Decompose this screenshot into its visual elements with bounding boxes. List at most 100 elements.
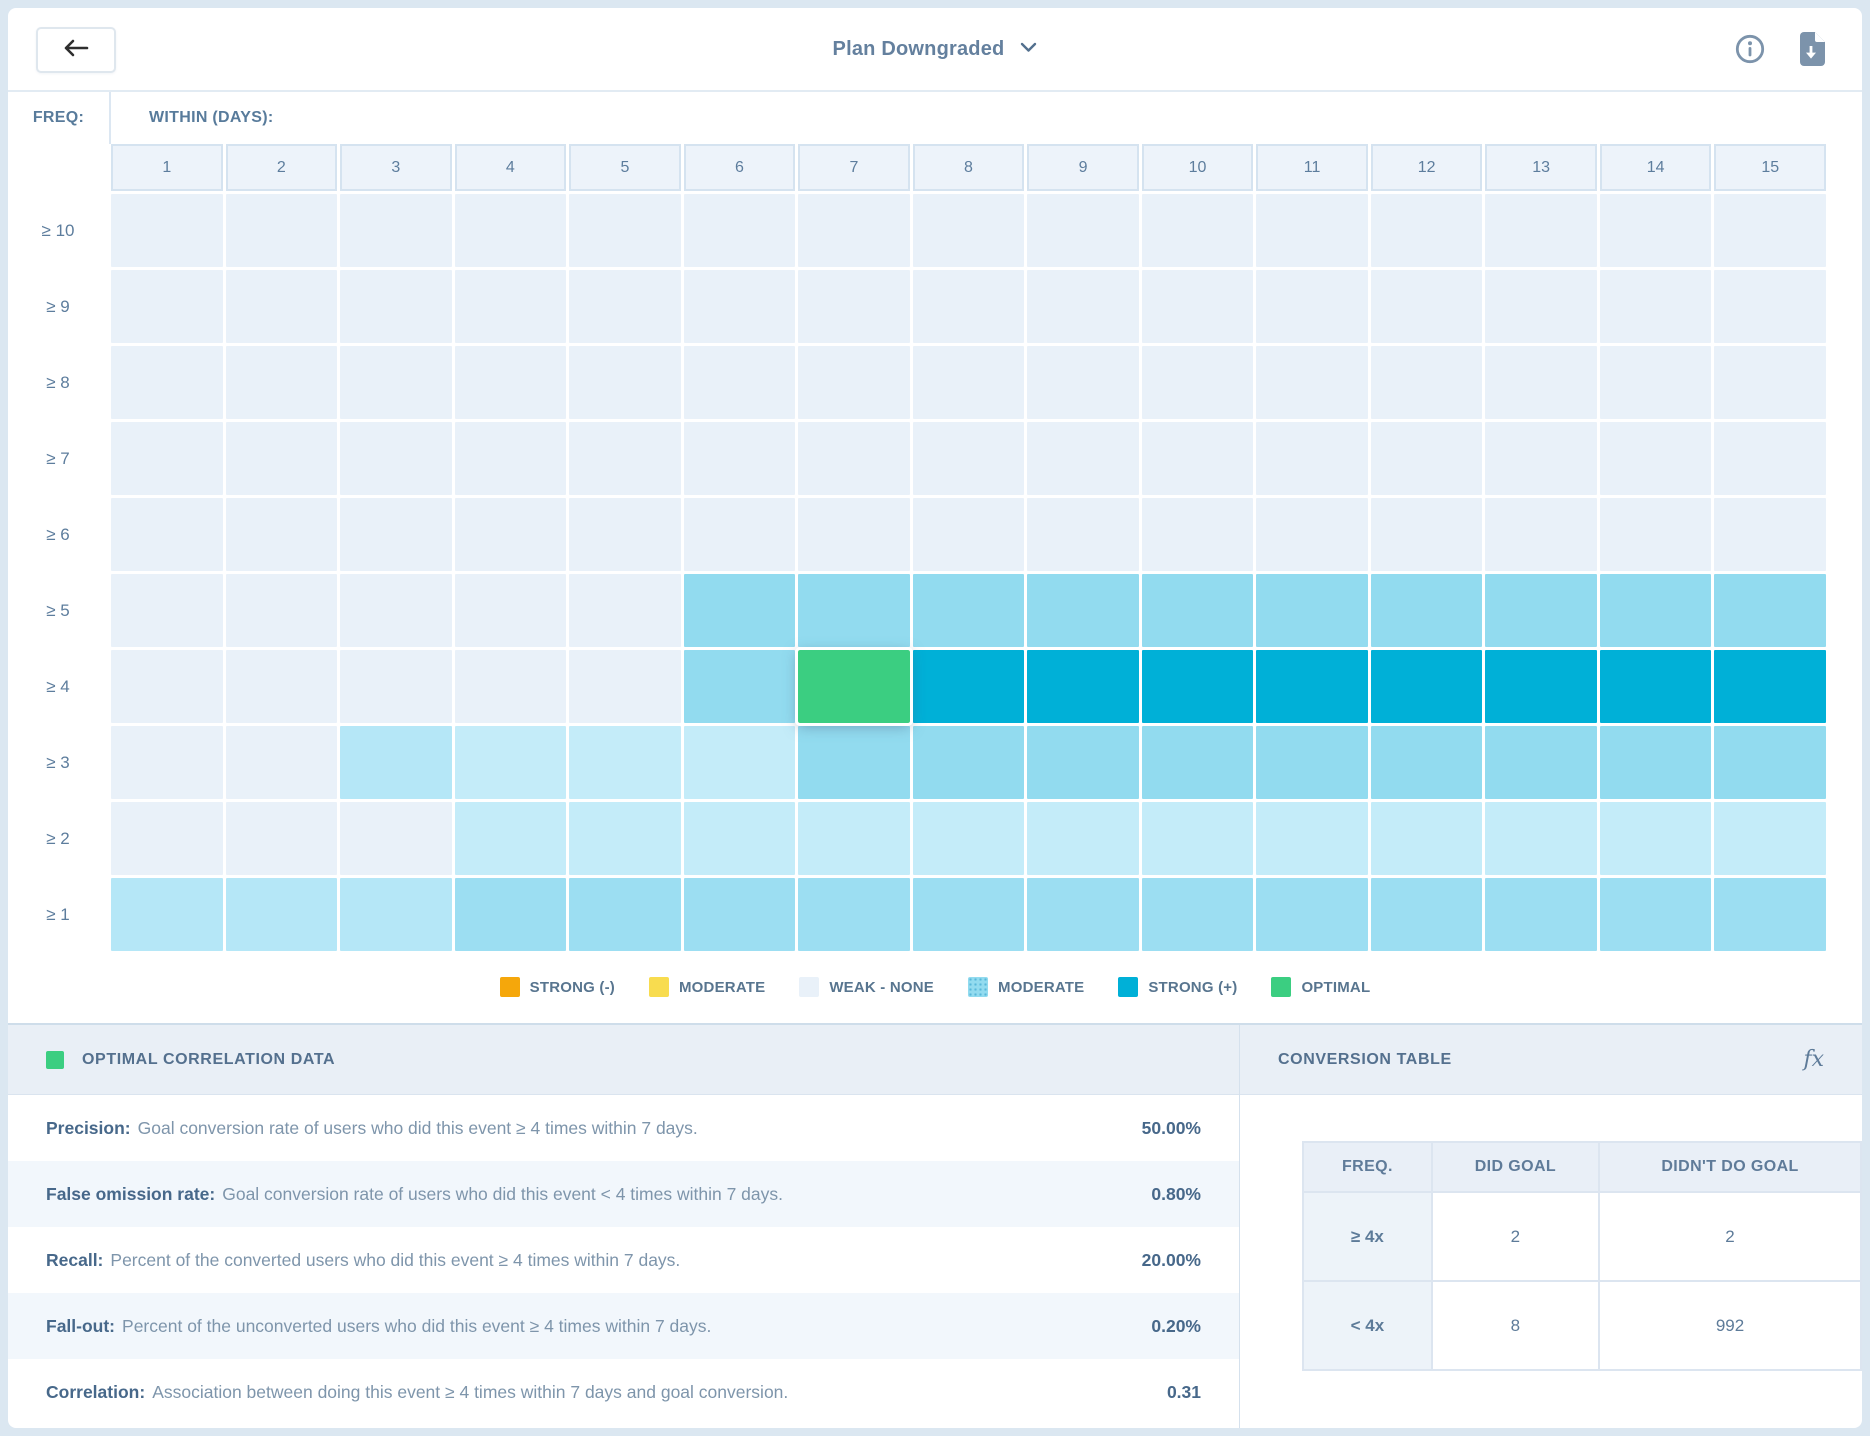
- heatmap-cell[interactable]: [226, 574, 338, 647]
- heatmap-cell[interactable]: [455, 498, 567, 571]
- heatmap-cell[interactable]: [684, 346, 796, 419]
- heatmap-cell[interactable]: [913, 194, 1025, 267]
- heatmap-cell[interactable]: [1027, 422, 1139, 495]
- heatmap-cell[interactable]: [569, 498, 681, 571]
- heatmap-cell[interactable]: [340, 574, 452, 647]
- heatmap-cell[interactable]: [1714, 270, 1826, 343]
- heatmap-cell[interactable]: [684, 650, 796, 723]
- heatmap-cell[interactable]: [913, 270, 1025, 343]
- heatmap-cell[interactable]: [340, 802, 452, 875]
- heatmap-cell[interactable]: [1485, 422, 1597, 495]
- heatmap-cell[interactable]: [569, 422, 681, 495]
- heatmap-cell[interactable]: [226, 346, 338, 419]
- heatmap-cell[interactable]: [1142, 498, 1254, 571]
- heatmap-cell[interactable]: [226, 422, 338, 495]
- heatmap-cell[interactable]: [1142, 878, 1254, 951]
- download-icon[interactable]: [1796, 31, 1826, 67]
- heatmap-cell[interactable]: [340, 878, 452, 951]
- heatmap-cell[interactable]: [1027, 878, 1139, 951]
- heatmap-cell[interactable]: [1256, 726, 1368, 799]
- heatmap-cell[interactable]: [111, 270, 223, 343]
- heatmap-cell[interactable]: [226, 878, 338, 951]
- heatmap-cell[interactable]: [1027, 726, 1139, 799]
- heatmap-cell[interactable]: [1485, 194, 1597, 267]
- heatmap-cell[interactable]: [798, 346, 910, 419]
- heatmap-cell[interactable]: [1027, 194, 1139, 267]
- heatmap-cell[interactable]: [1714, 802, 1826, 875]
- heatmap-cell[interactable]: [798, 270, 910, 343]
- heatmap-cell[interactable]: [1027, 802, 1139, 875]
- heatmap-cell[interactable]: [340, 270, 452, 343]
- heatmap-cell[interactable]: [1256, 650, 1368, 723]
- heatmap-cell[interactable]: [226, 802, 338, 875]
- heatmap-cell[interactable]: [111, 346, 223, 419]
- heatmap-cell[interactable]: [684, 574, 796, 647]
- heatmap-cell[interactable]: [798, 726, 910, 799]
- heatmap-cell[interactable]: [569, 726, 681, 799]
- heatmap-cell[interactable]: [1027, 650, 1139, 723]
- heatmap-cell[interactable]: [1371, 270, 1483, 343]
- heatmap-cell[interactable]: [1142, 650, 1254, 723]
- heatmap-cell[interactable]: [1600, 726, 1712, 799]
- heatmap-cell[interactable]: [340, 650, 452, 723]
- heatmap-cell[interactable]: [1485, 726, 1597, 799]
- heatmap-cell[interactable]: [226, 498, 338, 571]
- heatmap-cell[interactable]: [798, 422, 910, 495]
- heatmap-cell[interactable]: [1485, 574, 1597, 647]
- heatmap-cell[interactable]: [1256, 878, 1368, 951]
- heatmap-cell[interactable]: [455, 726, 567, 799]
- heatmap-cell[interactable]: [340, 194, 452, 267]
- heatmap-cell[interactable]: [455, 270, 567, 343]
- heatmap-cell[interactable]: [455, 194, 567, 267]
- heatmap-cell[interactable]: [1256, 802, 1368, 875]
- heatmap-cell[interactable]: [455, 422, 567, 495]
- heatmap-cell[interactable]: [569, 802, 681, 875]
- heatmap-cell[interactable]: [1600, 346, 1712, 419]
- heatmap-cell[interactable]: [798, 802, 910, 875]
- heatmap-cell[interactable]: [913, 878, 1025, 951]
- heatmap-cell[interactable]: [340, 726, 452, 799]
- heatmap-cell[interactable]: [569, 346, 681, 419]
- formula-fx-icon[interactable]: fx: [1803, 1047, 1824, 1072]
- heatmap-cell[interactable]: [913, 726, 1025, 799]
- heatmap-cell[interactable]: [1142, 194, 1254, 267]
- heatmap-cell[interactable]: [913, 650, 1025, 723]
- heatmap-cell[interactable]: [569, 270, 681, 343]
- heatmap-cell[interactable]: [1371, 422, 1483, 495]
- heatmap-cell[interactable]: [1256, 498, 1368, 571]
- heatmap-cell[interactable]: [1600, 878, 1712, 951]
- heatmap-cell[interactable]: [1600, 270, 1712, 343]
- heatmap-cell[interactable]: [1027, 270, 1139, 343]
- heatmap-cell[interactable]: [1371, 194, 1483, 267]
- heatmap-cell[interactable]: [226, 726, 338, 799]
- heatmap-cell[interactable]: [1027, 346, 1139, 419]
- heatmap-cell[interactable]: [455, 346, 567, 419]
- heatmap-cell[interactable]: [1714, 422, 1826, 495]
- heatmap-cell[interactable]: [111, 650, 223, 723]
- back-button[interactable]: [36, 27, 116, 73]
- heatmap-cell[interactable]: [1142, 802, 1254, 875]
- heatmap-cell[interactable]: [1600, 650, 1712, 723]
- heatmap-cell[interactable]: [798, 574, 910, 647]
- heatmap-cell[interactable]: [913, 498, 1025, 571]
- heatmap-cell[interactable]: [111, 878, 223, 951]
- heatmap-cell[interactable]: [1714, 194, 1826, 267]
- heatmap-cell[interactable]: [1371, 498, 1483, 571]
- heatmap-cell[interactable]: [1371, 726, 1483, 799]
- heatmap-cell[interactable]: [1714, 878, 1826, 951]
- heatmap-cell[interactable]: [1142, 726, 1254, 799]
- heatmap-cell[interactable]: [1256, 270, 1368, 343]
- heatmap-cell[interactable]: [1371, 650, 1483, 723]
- heatmap-cell[interactable]: [455, 574, 567, 647]
- heatmap-cell[interactable]: [684, 498, 796, 571]
- heatmap-cell[interactable]: [1714, 574, 1826, 647]
- heatmap-cell[interactable]: [111, 422, 223, 495]
- heatmap-cell[interactable]: [455, 802, 567, 875]
- heatmap-cell[interactable]: [111, 194, 223, 267]
- heatmap-cell[interactable]: [1256, 194, 1368, 267]
- heatmap-cell[interactable]: [1027, 574, 1139, 647]
- heatmap-cell[interactable]: [684, 726, 796, 799]
- heatmap-cell[interactable]: [684, 270, 796, 343]
- heatmap-cell[interactable]: [1371, 574, 1483, 647]
- heatmap-cell[interactable]: [1485, 878, 1597, 951]
